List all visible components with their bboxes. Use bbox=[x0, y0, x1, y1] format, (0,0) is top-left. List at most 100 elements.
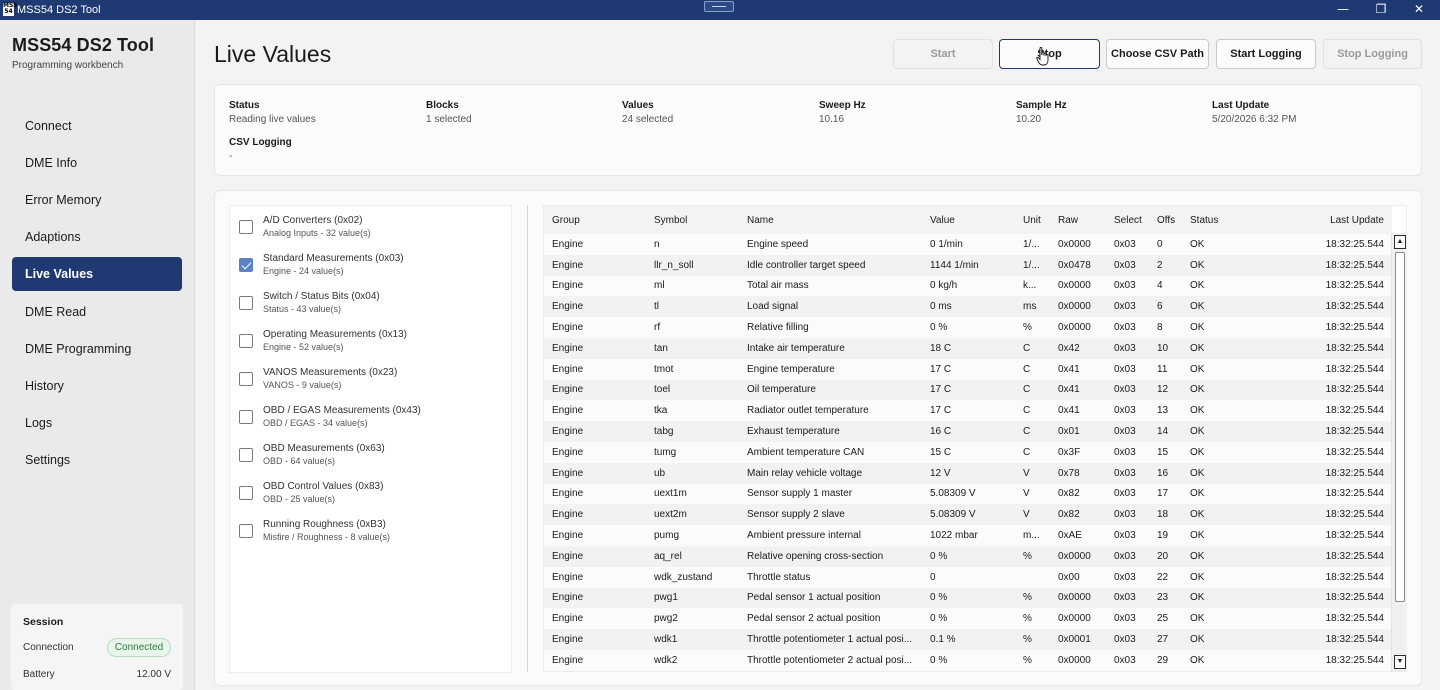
table-row[interactable]: Engine tumg Ambient temperature CAN 15 C C 0x… bbox=[544, 441, 1392, 463]
scroll-up-icon[interactable]: ▲ bbox=[1394, 235, 1406, 249]
table-row[interactable]: Engine tabg Exhaust temperature 16 C C 0x01 0x… bbox=[544, 421, 1392, 442]
column-header[interactable]: Name bbox=[739, 206, 922, 234]
block-list-item[interactable]: OBD Measurements (0x63) OBD - 64 value(s) bbox=[230, 435, 513, 473]
sidebar-item-connect[interactable]: Connect bbox=[12, 109, 182, 143]
table-cell: OK bbox=[1182, 317, 1292, 338]
table-row[interactable]: Engine tl Load signal 0 ms ms 0x0000 0x03 6 OK 18… bbox=[544, 296, 1392, 318]
table-cell: 18 C bbox=[922, 337, 1015, 359]
block-list-item[interactable]: VANOS Measurements (0x23) VANOS - 9 value… bbox=[230, 359, 513, 397]
column-header[interactable]: Symbol bbox=[646, 206, 739, 234]
table-cell: 18:32:25.544 bbox=[1292, 400, 1392, 422]
table-row[interactable]: Engine wdk2 Throttle potentiometer 2 actua… bbox=[544, 649, 1392, 671]
block-list-item[interactable]: Standard Measurements (0x03) Engine - 24 … bbox=[230, 245, 513, 283]
column-header[interactable]: Last Update bbox=[1292, 206, 1392, 234]
table-row[interactable]: Engine n Engine speed 0 1/min 1/... 0x0000 0x0… bbox=[544, 234, 1392, 255]
checkbox-icon[interactable] bbox=[239, 410, 253, 424]
start-logging-button[interactable]: Start Logging bbox=[1216, 39, 1316, 69]
table-row[interactable]: Engine tan Intake air temperature 18 C C 0x42… bbox=[544, 337, 1392, 359]
table-cell: 5.08309 V bbox=[922, 483, 1015, 505]
table-row[interactable]: Engine llr_n_soll Idle controller target s… bbox=[544, 254, 1392, 276]
sidebar-item-logs[interactable]: Logs bbox=[12, 406, 182, 440]
table-row[interactable]: Engine aq_rel Relative opening cross-secti… bbox=[544, 545, 1392, 567]
table-row[interactable]: Engine pwg2 Pedal sensor 2 actual position… bbox=[544, 608, 1392, 630]
checkbox-checked-icon[interactable] bbox=[239, 258, 253, 272]
table-cell: 0x03 bbox=[1106, 337, 1149, 359]
scroll-thumb[interactable] bbox=[1395, 252, 1405, 602]
block-list-item[interactable]: Operating Measurements (0x13) Engine - 52… bbox=[230, 321, 513, 359]
checkbox-icon[interactable] bbox=[239, 372, 253, 386]
table-cell: 14 bbox=[1149, 421, 1182, 442]
column-header[interactable]: Group bbox=[544, 206, 646, 234]
sidebar-item-dme-info[interactable]: DME Info bbox=[12, 146, 182, 180]
table-row[interactable]: Engine ml Total air mass 0 kg/h k... 0x0000 0x… bbox=[544, 275, 1392, 297]
block-list-item[interactable]: Running Roughness (0xB3) Misfire / Roughn… bbox=[230, 511, 513, 549]
table-cell: 0x03 bbox=[1106, 441, 1149, 463]
block-list-item[interactable]: A/D Converters (0x02) Analog Inputs - 32 … bbox=[230, 207, 513, 245]
table-cell: 0x00 bbox=[1050, 566, 1106, 588]
table-row[interactable]: Engine rf Relative filling 0 %% 0x0000 0x03 8 O… bbox=[544, 317, 1392, 338]
table-cell: 1/... bbox=[1015, 234, 1050, 255]
table-row[interactable]: Engine tka Radiator outlet temperature 17 C… bbox=[544, 400, 1392, 422]
scroll-down-icon[interactable]: ▼ bbox=[1394, 655, 1406, 669]
window-title: MSS54 DS2 Tool bbox=[17, 4, 101, 16]
close-icon[interactable]: ✕ bbox=[1400, 0, 1438, 20]
table-cell: OK bbox=[1182, 421, 1292, 442]
column-header[interactable]: Select bbox=[1106, 206, 1149, 234]
table-cell: 0x03 bbox=[1106, 275, 1149, 297]
table-row[interactable]: Engine uext1m Sensor supply 1 master 5.0830… bbox=[544, 483, 1392, 505]
checkbox-icon[interactable] bbox=[239, 296, 253, 310]
table-scrollbar[interactable]: ▲ ▼ bbox=[1391, 233, 1407, 671]
table-row[interactable]: Engine pwg1 Pedal sensor 1 actual position… bbox=[544, 587, 1392, 609]
block-list-item[interactable]: OBD / EGAS Measurements (0x43) OBD / EGAS… bbox=[230, 397, 513, 435]
panel-divider[interactable] bbox=[527, 205, 528, 672]
column-header[interactable]: Status bbox=[1182, 206, 1292, 234]
sidebar: MSS54 DS2 Tool Programming workbench Con… bbox=[0, 20, 195, 690]
table-cell: OK bbox=[1182, 462, 1292, 484]
table-row[interactable]: Engine tmot Engine temperature 17 C C 0x41 0x0… bbox=[544, 358, 1392, 380]
table-row[interactable]: Engine uext2m Sensor supply 2 slave 5.08309… bbox=[544, 504, 1392, 526]
table-cell: Engine bbox=[544, 504, 646, 526]
sidebar-item-error-memory[interactable]: Error Memory bbox=[12, 183, 182, 217]
table-cell: 18:32:25.544 bbox=[1292, 649, 1392, 671]
checkbox-icon[interactable] bbox=[239, 448, 253, 462]
start-button[interactable]: Start bbox=[893, 39, 993, 69]
table-cell: 0 ms bbox=[922, 296, 1015, 318]
checkbox-icon[interactable] bbox=[239, 220, 253, 234]
column-header[interactable]: Offs bbox=[1149, 206, 1182, 234]
sidebar-item-settings[interactable]: Settings bbox=[12, 443, 182, 477]
table-row[interactable]: Engine ub Main relay vehicle voltage 12 VV0… bbox=[544, 462, 1392, 484]
table-cell: 13 bbox=[1149, 400, 1182, 422]
table-cell: 0x0000 bbox=[1050, 649, 1106, 671]
table-row[interactable]: Engine toel Oil temperature 17 C C 0x41 0x03 12… bbox=[544, 379, 1392, 401]
table-cell: OK bbox=[1182, 608, 1292, 630]
column-header[interactable]: Unit bbox=[1015, 206, 1050, 234]
checkbox-icon[interactable] bbox=[239, 524, 253, 538]
block-list-item[interactable]: Switch / Status Bits (0x04) Status - 43 v… bbox=[230, 283, 513, 321]
stop-logging-button[interactable]: Stop Logging bbox=[1323, 39, 1422, 69]
sidebar-item-dme-programming[interactable]: DME Programming bbox=[12, 332, 182, 366]
table-cell: C bbox=[1015, 337, 1050, 359]
restore-icon[interactable]: ❐ bbox=[1362, 0, 1400, 20]
app-title: MSS54 DS2 Tool bbox=[12, 35, 155, 55]
block-list: A/D Converters (0x02) Analog Inputs - 32 … bbox=[229, 205, 512, 673]
table-row[interactable]: Engine pumg Ambient pressure internal 1022 … bbox=[544, 525, 1392, 546]
minimize-icon[interactable]: — bbox=[1324, 0, 1362, 20]
block-subtitle: Engine - 24 value(s) bbox=[263, 266, 344, 276]
checkbox-icon[interactable] bbox=[239, 486, 253, 500]
checkbox-icon[interactable] bbox=[239, 334, 253, 348]
column-header[interactable]: Value bbox=[922, 206, 1015, 234]
choose-csv-path-button[interactable]: Choose CSV Path bbox=[1106, 39, 1209, 69]
table-row[interactable]: Engine wdk_zustand Throttle status 0 0x00 0x0… bbox=[544, 566, 1392, 588]
sidebar-item-dme-read[interactable]: DME Read bbox=[12, 295, 182, 329]
table-cell: 18:32:25.544 bbox=[1292, 358, 1392, 380]
window-grip-handle[interactable] bbox=[704, 1, 734, 12]
table-cell: Idle controller target speed bbox=[739, 254, 922, 276]
column-header[interactable]: Raw bbox=[1050, 206, 1106, 234]
sidebar-item-adaptions[interactable]: Adaptions bbox=[12, 220, 182, 254]
block-list-item[interactable]: OBD Control Values (0x83) OBD - 25 value(… bbox=[230, 473, 513, 511]
table-cell: 29 bbox=[1149, 649, 1182, 671]
table-row[interactable]: Engine wdk1 Throttle potentiometer 1 actua… bbox=[544, 629, 1392, 650]
sidebar-item-live-values[interactable]: Live Values bbox=[12, 257, 182, 291]
table-cell: 23 bbox=[1149, 587, 1182, 609]
sidebar-item-history[interactable]: History bbox=[12, 369, 182, 403]
